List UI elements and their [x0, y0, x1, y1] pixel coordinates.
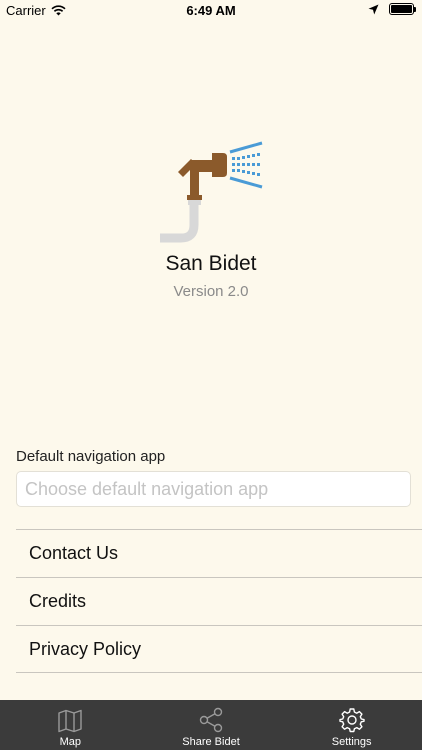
- status-time: 6:49 AM: [186, 3, 236, 18]
- status-bar: Carrier 6:49 AM: [0, 0, 422, 22]
- tab-bar: Map Share Bidet Settings: [0, 700, 422, 750]
- default-navigation-label: Default navigation app: [16, 448, 166, 465]
- tab-settings-label: Settings: [331, 736, 372, 748]
- tab-map[interactable]: Map: [0, 700, 141, 750]
- tab-share-bidet[interactable]: Share Bidet: [141, 700, 282, 750]
- gear-icon: [338, 708, 365, 733]
- settings-menu: Contact Us Credits Privacy Policy: [16, 529, 422, 673]
- menu-item-credits[interactable]: Credits: [16, 577, 422, 625]
- tab-share-bidet-label: Share Bidet: [182, 736, 240, 748]
- app-name: San Bidet: [165, 252, 257, 275]
- status-right: [368, 3, 416, 15]
- tab-settings[interactable]: Settings: [281, 700, 422, 750]
- app-version: Version 2.0: [173, 283, 249, 300]
- location-arrow-icon: [368, 4, 379, 14]
- menu-item-privacy-policy[interactable]: Privacy Policy: [16, 625, 422, 673]
- bidet-sprayer-logo: [160, 141, 263, 243]
- menu-item-contact-us[interactable]: Contact Us: [16, 529, 422, 577]
- battery-icon: [389, 3, 416, 15]
- share-icon: [199, 707, 223, 733]
- tab-map-label: Map: [59, 736, 82, 748]
- map-icon: [58, 709, 83, 733]
- default-navigation-input[interactable]: [16, 471, 411, 507]
